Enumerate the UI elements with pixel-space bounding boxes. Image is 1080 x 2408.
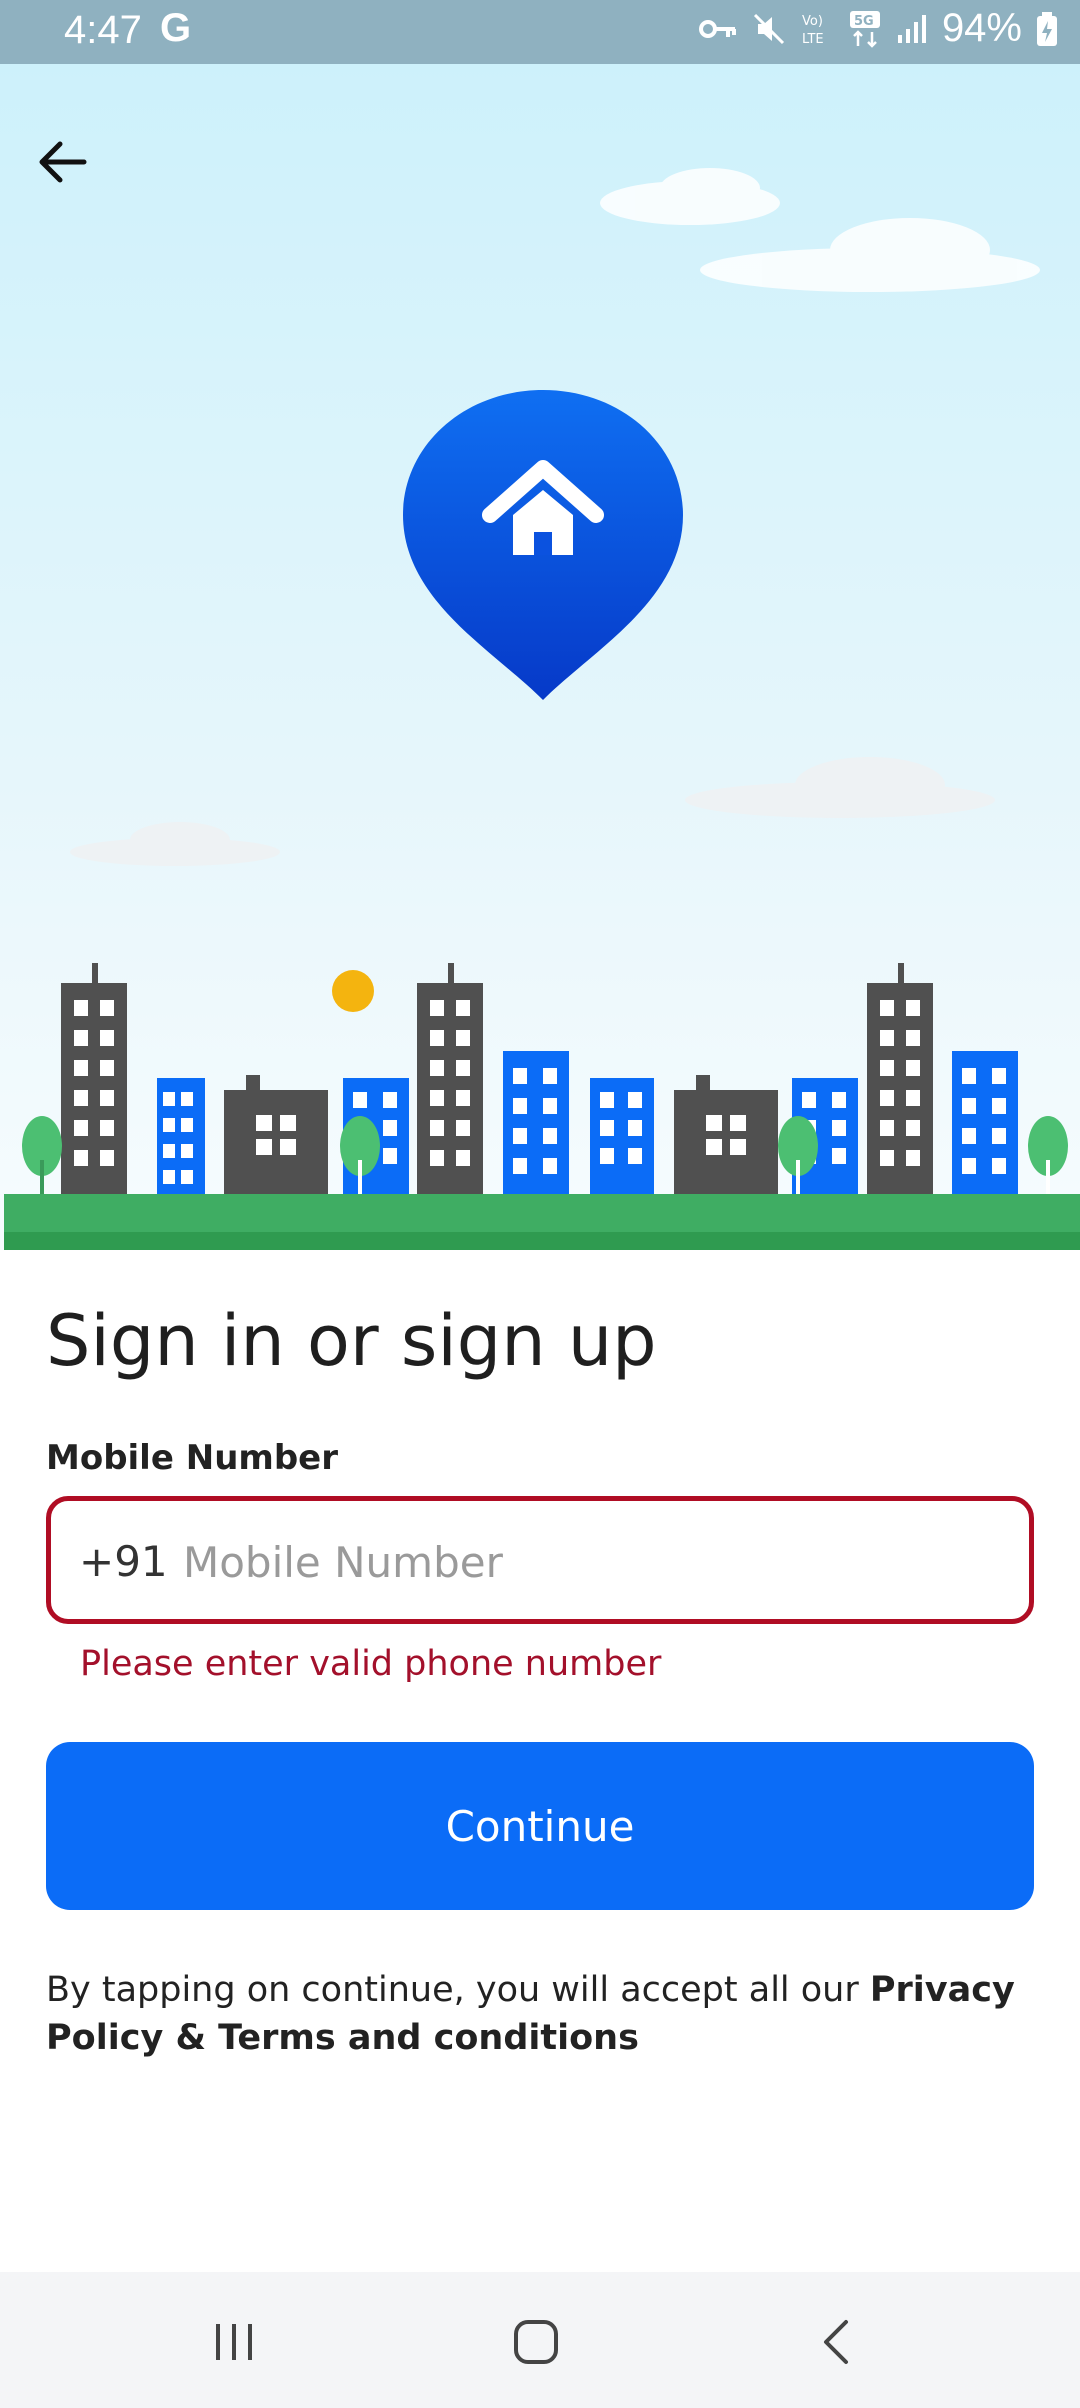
cloud <box>70 757 995 866</box>
status-icons: Vo) LTE 5G 94% <box>698 6 1058 51</box>
country-code: +91 <box>79 1537 168 1586</box>
svg-text:Vo): Vo) <box>802 14 823 29</box>
google-badge: G <box>160 6 192 50</box>
back-icon <box>824 2320 848 2364</box>
signal-icon <box>897 14 926 43</box>
nav-back-button[interactable] <box>778 2302 898 2382</box>
continue-button[interactable]: Continue <box>46 1742 1034 1910</box>
status-bar: 4:47 G Vo) LTE 5G 94% <box>0 0 1080 64</box>
arrow-left-icon <box>39 141 87 183</box>
home-icon <box>514 2320 558 2364</box>
volte-icon: Vo) LTE <box>802 14 824 47</box>
cloud <box>600 168 1040 292</box>
city-skyline-illustration <box>4 168 1080 1250</box>
terms-prefix: By tapping on continue, you will accept … <box>46 1970 870 2010</box>
svg-text:LTE: LTE <box>802 32 824 47</box>
home-location-pin-icon <box>403 390 683 700</box>
system-nav-bar <box>0 2272 1080 2408</box>
page-title: Sign in or sign up <box>46 1300 657 1382</box>
battery-charging-icon <box>1037 11 1057 46</box>
buildings <box>61 963 1018 1195</box>
mute-icon <box>753 13 784 44</box>
mobile-number-label: Mobile Number <box>46 1438 338 1478</box>
sun <box>332 970 374 1012</box>
terms-notice: By tapping on continue, you will accept … <box>46 1966 1036 2062</box>
phone-error-message: Please enter valid phone number <box>80 1644 662 1684</box>
back-button[interactable] <box>30 130 94 194</box>
home-button[interactable] <box>476 2302 596 2382</box>
status-time: 4:47 <box>64 8 142 52</box>
battery-percent: 94% <box>941 6 1022 50</box>
recents-icon <box>216 2324 252 2360</box>
svg-text:5G: 5G <box>854 14 874 29</box>
mobile-number-field[interactable]: +91 <box>46 1496 1034 1624</box>
recents-button[interactable] <box>174 2302 294 2382</box>
hero-illustration <box>0 64 1080 1250</box>
mobile-number-input[interactable] <box>181 1519 1005 1605</box>
5g-icon: 5G <box>849 10 880 48</box>
vpn-key-icon <box>698 19 736 38</box>
